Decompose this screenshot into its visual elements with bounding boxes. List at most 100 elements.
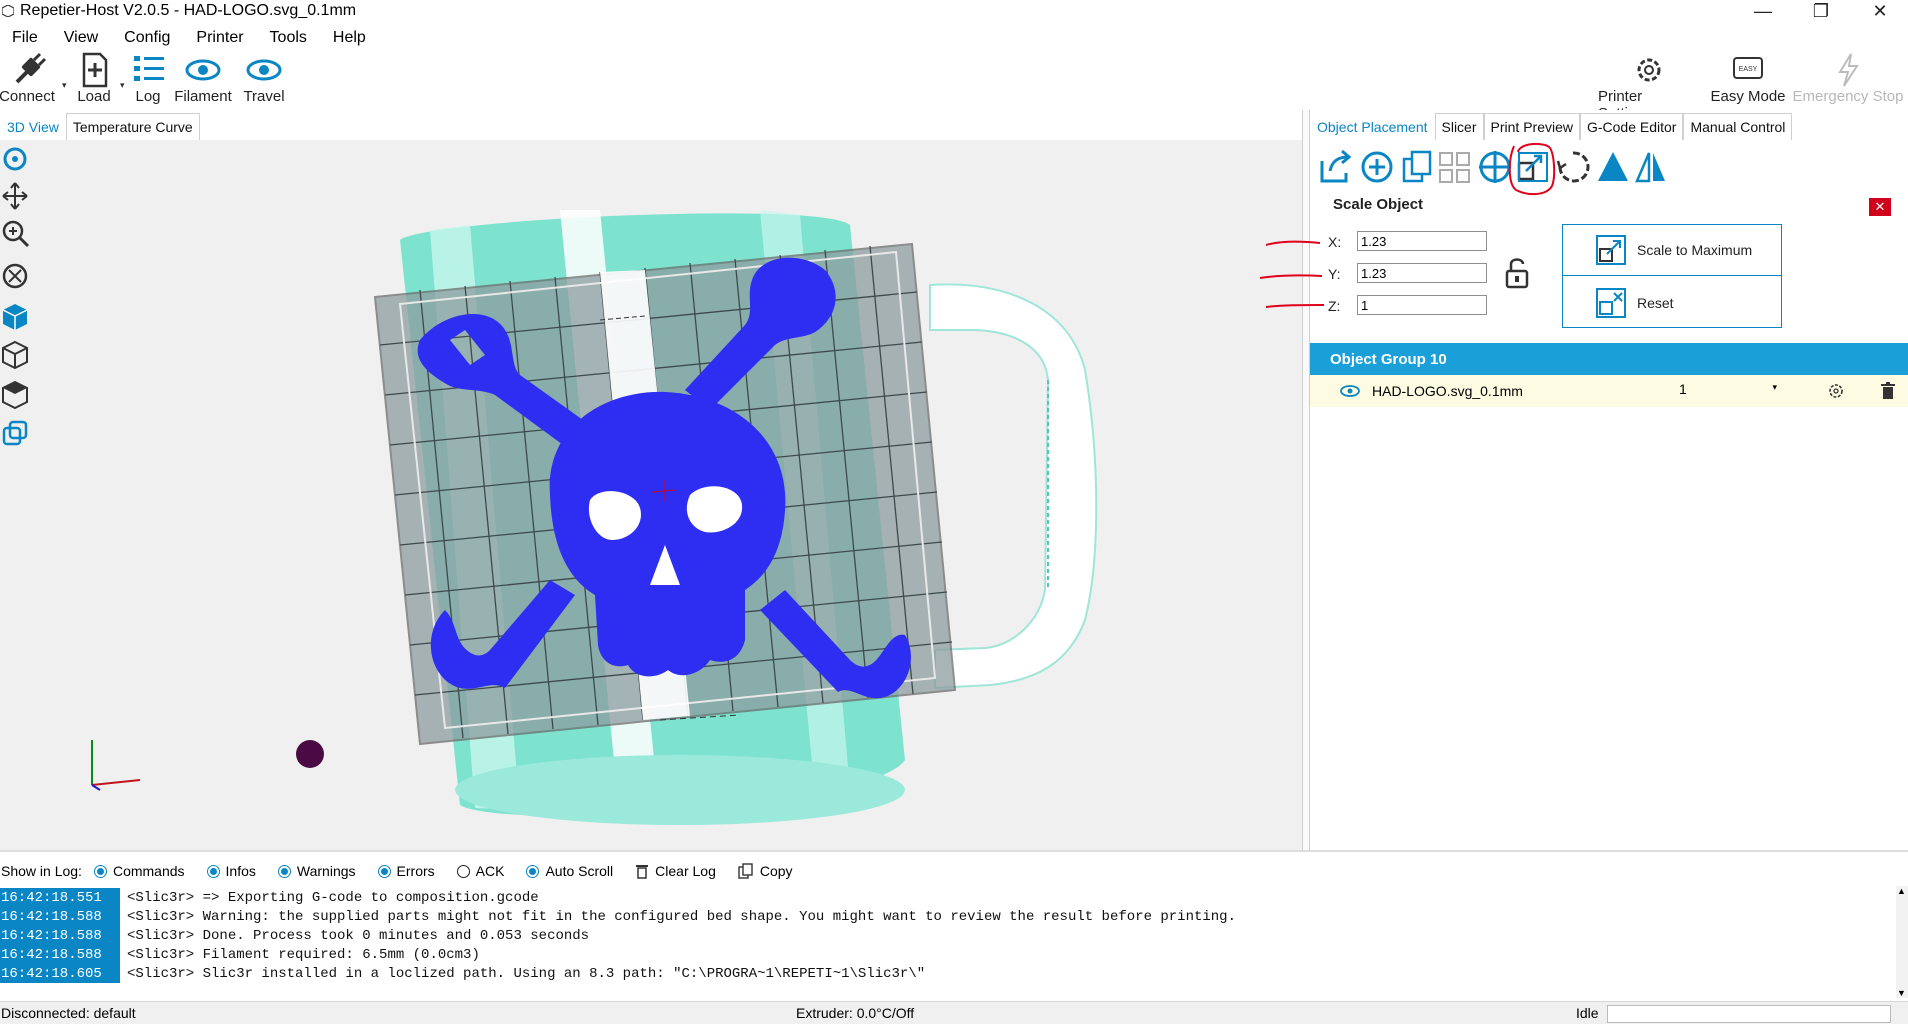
log-button[interactable]: Log [128, 52, 168, 105]
close-scale-panel-button[interactable]: ✕ [1869, 198, 1891, 216]
main-toolbar: Connect ▾ Load ▾ Log Filament Travel Pri… [0, 50, 1908, 122]
iso-view-icon[interactable] [0, 300, 30, 332]
delete-object-trash-icon[interactable] [1880, 382, 1896, 400]
log-timestamp: 16:42:18.588 [0, 926, 120, 945]
tab-gcode-editor[interactable]: G-Code Editor [1579, 113, 1684, 140]
fit-view-icon[interactable] [0, 260, 30, 292]
load-label: Load [77, 88, 111, 105]
menu-help[interactable]: Help [333, 29, 366, 47]
scale-x-input[interactable] [1357, 231, 1487, 251]
copy-label: Copy [759, 863, 793, 879]
auto-scroll-toggle[interactable]: Auto Scroll [526, 863, 613, 879]
tab-print-preview[interactable]: Print Preview [1483, 113, 1580, 140]
radio-on-icon [526, 864, 540, 878]
front-view-icon[interactable] [0, 338, 30, 370]
menu-view[interactable]: View [64, 29, 98, 47]
filter-errors[interactable]: Errors [377, 863, 435, 879]
rotate-object-icon[interactable] [1554, 147, 1592, 187]
reset-scale-icon [1596, 287, 1626, 318]
log-list-icon [134, 56, 164, 81]
clear-log-label: Clear Log [655, 863, 716, 879]
copy-log-button[interactable]: Copy [738, 863, 793, 879]
parallel-view-icon[interactable] [0, 418, 30, 450]
trash-icon [636, 865, 649, 879]
scale-z-label: Z: [1328, 298, 1341, 314]
filter-commands-label: Commands [112, 863, 185, 879]
object-settings-gear-icon[interactable] [1828, 383, 1844, 399]
rotate-view-icon[interactable] [0, 144, 30, 176]
log-message: <Slic3r> Warning: the supplied parts mig… [127, 908, 1236, 925]
tab-3d-view[interactable]: 3D View [0, 113, 66, 140]
printer-settings-gear-icon [1637, 58, 1661, 82]
tab-temperature-curve[interactable]: Temperature Curve [65, 113, 200, 140]
close-window-button[interactable]: ✕ [1852, 0, 1908, 22]
scale-y-input[interactable] [1357, 263, 1487, 283]
filament-eye-icon [185, 59, 221, 81]
travel-button[interactable]: Travel [242, 52, 286, 105]
panel-splitter[interactable] [1302, 110, 1310, 850]
cut-object-icon[interactable] [1594, 147, 1632, 187]
copy-object-icon[interactable] [1398, 147, 1436, 187]
load-dropdown-icon[interactable]: ▾ [120, 80, 125, 91]
scroll-up-icon[interactable]: ▲ [1897, 886, 1906, 896]
tab-manual-control[interactable]: Manual Control [1683, 113, 1793, 140]
minimize-button[interactable]: — [1735, 0, 1791, 22]
menu-tools[interactable]: Tools [270, 29, 307, 47]
scale-z-input[interactable] [1357, 295, 1487, 315]
log-output[interactable]: 16:42:18.551 <Slic3r> => Exporting G-code… [0, 886, 1896, 998]
load-button[interactable]: Load [74, 52, 114, 105]
top-view-icon[interactable] [0, 378, 30, 410]
chevron-down-icon: ▾ [1772, 382, 1777, 392]
zoom-view-icon[interactable] [0, 218, 30, 250]
tab-object-placement[interactable]: Object Placement [1310, 113, 1435, 140]
object-group-name: Object Group 10 [1330, 350, 1447, 368]
log-message: <Slic3r> Done. Process took 0 minutes an… [127, 927, 590, 944]
easy-mode-label: Easy Mode [1710, 88, 1786, 105]
filter-ack-label: ACK [475, 863, 505, 879]
reset-scale-button[interactable]: Reset [1563, 277, 1781, 328]
copies-select[interactable]: 1 ▾ [1675, 381, 1783, 401]
filter-warnings[interactable]: Warnings [277, 863, 356, 879]
emergency-lightning-icon [1838, 53, 1859, 87]
clear-log-button[interactable]: Clear Log [635, 863, 716, 879]
filament-button[interactable]: Filament [172, 52, 234, 105]
autoposition-icon[interactable] [1436, 147, 1474, 187]
move-view-icon[interactable] [0, 180, 30, 212]
travel-label: Travel [243, 88, 285, 105]
object-name: HAD-LOGO.svg_0.1mm [1372, 383, 1523, 399]
log-message: <Slic3r> Filament required: 6.5mm (0.0cm… [127, 946, 480, 963]
connect-plug-icon [15, 52, 47, 84]
travel-eye-icon [246, 59, 282, 81]
log-scrollbar[interactable]: ▲ ▼ [1896, 886, 1908, 998]
export-icon[interactable] [1316, 147, 1354, 187]
log-line: 16:42:18.605 <Slic3r> Slic3r installed in… [0, 964, 1896, 983]
easy-mode-button[interactable]: EASY Easy Mode [1710, 52, 1786, 105]
unlock-icon[interactable] [1503, 255, 1531, 291]
tab-slicer[interactable]: Slicer [1434, 113, 1484, 140]
scale-object-title: Scale Object [1333, 196, 1424, 213]
log-line: 16:42:18.551 <Slic3r> => Exporting G-code… [0, 888, 1896, 907]
mirror-object-icon[interactable] [1632, 147, 1670, 187]
restore-button[interactable]: ❐ [1793, 0, 1849, 22]
object-group-header[interactable]: Object Group 10 [1310, 343, 1908, 375]
visibility-eye-icon[interactable] [1340, 385, 1360, 397]
scale-to-maximum-button[interactable]: Scale to Maximum [1563, 225, 1781, 276]
log-filter-bar: Show in Log: Commands Infos Warnings Err… [0, 850, 1908, 890]
3d-viewport[interactable] [0, 140, 1302, 850]
menu-config[interactable]: Config [124, 29, 170, 47]
connect-button[interactable]: Connect [0, 52, 55, 105]
filter-commands[interactable]: Commands [93, 863, 185, 879]
filter-ack[interactable]: ACK [456, 863, 505, 879]
svg-text:EASY: EASY [1739, 66, 1758, 73]
object-row[interactable]: HAD-LOGO.svg_0.1mm 1 ▾ [1310, 375, 1908, 407]
scroll-down-icon[interactable]: ▼ [1897, 988, 1906, 998]
radio-on-icon [277, 864, 291, 878]
add-object-icon[interactable] [1358, 147, 1396, 187]
emergency-stop-button[interactable]: Emergency Stop [1792, 52, 1904, 105]
connect-dropdown-icon[interactable]: ▾ [62, 80, 67, 91]
filter-infos[interactable]: Infos [206, 863, 256, 879]
printer-state: Idle [1576, 1005, 1599, 1021]
menu-printer[interactable]: Printer [196, 29, 243, 47]
window-title: Repetier-Host V2.0.5 - HAD-LOGO.svg_0.1m… [20, 2, 357, 19]
menu-file[interactable]: File [12, 29, 38, 47]
